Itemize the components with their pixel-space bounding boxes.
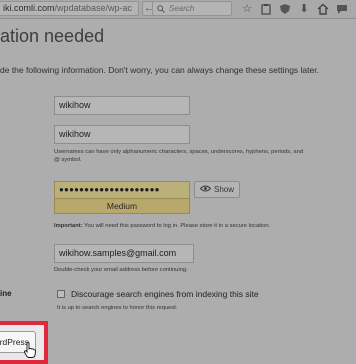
password-strength-meter: Medium: [54, 199, 190, 214]
home-icon[interactable]: [316, 2, 330, 16]
browser-toolbar: iki.comli.com/wpdatabase/wp-ac ← Search …: [0, 0, 356, 19]
chat-icon[interactable]: [335, 2, 349, 16]
search-bar[interactable]: Search: [152, 1, 232, 16]
discourage-search-label[interactable]: Discourage search engines from indexing …: [71, 289, 259, 299]
username-hint: Usernames can have only alphanumeric cha…: [54, 149, 304, 155]
search-icon: [157, 4, 165, 13]
password-hint-text: You will need this password to log in. P…: [82, 223, 271, 229]
username-hint-2: @ symbol.: [54, 157, 82, 163]
show-password-label: Show: [213, 185, 234, 194]
email-hint: Double-check your email address before c…: [54, 267, 188, 273]
eye-icon: [199, 185, 212, 194]
intro-text: de the following information. Don't worr…: [0, 65, 319, 75]
download-icon[interactable]: ⬇: [297, 2, 311, 16]
password-input[interactable]: ●●●●●●●●●●●●●●●●●●●●: [54, 181, 190, 199]
url-domain: iki.comli.com: [3, 3, 55, 13]
search-placeholder: Search: [169, 4, 195, 13]
discourage-search-checkbox[interactable]: [57, 290, 65, 298]
clipboard-icon[interactable]: [259, 2, 273, 16]
star-icon[interactable]: ☆: [240, 2, 254, 16]
password-hint-important: Important:: [54, 223, 83, 229]
username-input[interactable]: wikihow: [54, 125, 190, 144]
address-bar[interactable]: iki.comli.com/wpdatabase/wp-ac: [0, 1, 139, 16]
hand-cursor-icon: [23, 342, 36, 363]
email-input[interactable]: wikihow.samples@gmail.com: [54, 244, 194, 263]
discourage-search-hint: It is up to search engines to honor this…: [57, 305, 178, 311]
show-password-button[interactable]: Show: [194, 181, 240, 198]
password-hint: Important: You will need this password t…: [54, 222, 270, 230]
url-path: /wpdatabase/wp-ac: [54, 3, 133, 13]
site-title-input[interactable]: wikihow: [54, 96, 190, 115]
shield-icon[interactable]: [278, 2, 292, 16]
page-title: ation needed: [0, 26, 105, 46]
search-visibility-label: ine: [0, 289, 12, 298]
